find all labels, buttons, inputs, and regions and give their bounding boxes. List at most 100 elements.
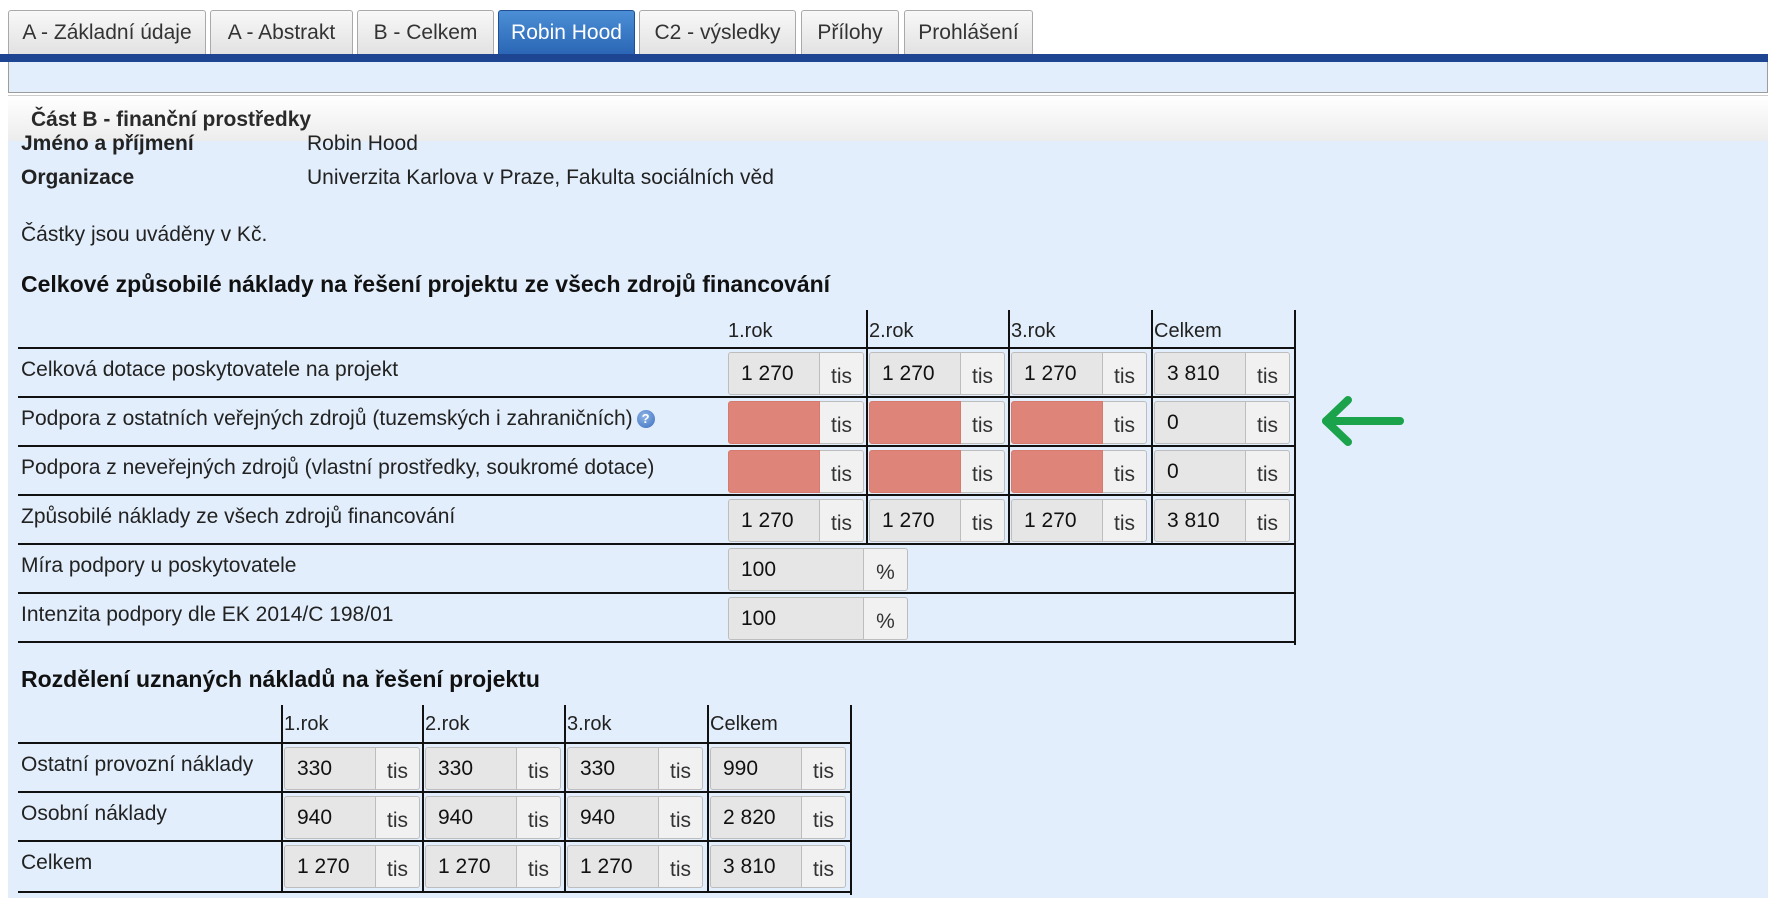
- help-icon[interactable]: ?: [636, 410, 655, 429]
- amount-input[interactable]: tis: [1011, 401, 1147, 444]
- amount-value[interactable]: [728, 450, 820, 493]
- amount-input[interactable]: tis: [869, 401, 1005, 444]
- amount-field: 330 tis: [567, 747, 703, 790]
- amount-field: 940 tis: [425, 796, 561, 839]
- tab-label: C2 - výsledky: [654, 20, 781, 44]
- amount-value: 330: [425, 747, 517, 790]
- split-table: 1.rok 2.rok 3.rok Celkem Ostatní provozn…: [18, 705, 852, 895]
- amount-value[interactable]: [1011, 450, 1103, 493]
- table-row: Osobní náklady 940 tis 940 tis 940 tis 2 82…: [18, 791, 852, 840]
- unit-label: tis: [376, 845, 420, 888]
- amount-value: 2 820: [710, 796, 802, 839]
- unit-label: tis: [517, 796, 561, 839]
- tab-prohlaseni[interactable]: Prohlášení: [904, 10, 1033, 54]
- unit-label: tis: [1246, 352, 1290, 395]
- row-label: Míra podpory u poskytovatele: [21, 554, 297, 577]
- tab-label: B - Celkem: [373, 20, 478, 44]
- amount-field: 1 270 tis: [728, 499, 864, 542]
- unit-label: tis: [1246, 450, 1290, 493]
- amount-input[interactable]: tis: [728, 401, 864, 444]
- organization-label: Organizace: [21, 166, 135, 189]
- percent-value: 100: [728, 548, 864, 591]
- amount-value: 990: [710, 747, 802, 790]
- amount-field: 1 270 tis: [728, 352, 864, 395]
- amount-value: 1 270: [1011, 352, 1103, 395]
- unit-label: tis: [961, 352, 1005, 395]
- unit-label: %: [864, 548, 908, 591]
- amount-value: 1 270: [869, 499, 961, 542]
- amount-value: 940: [567, 796, 659, 839]
- tab-abstrakt[interactable]: A - Abstrakt: [210, 10, 353, 54]
- tab-zakladni-udaje[interactable]: A - Základní údaje: [8, 10, 206, 54]
- amount-value: 3 810: [1154, 499, 1246, 542]
- amount-field: 330 tis: [284, 747, 420, 790]
- amount-input[interactable]: tis: [728, 450, 864, 493]
- column-header: Celkem: [710, 713, 778, 735]
- costs-table: 1.rok 2.rok 3.rok Celkem Celková dotace …: [18, 310, 1296, 645]
- currency-note: Částky jsou uváděny v Kč.: [21, 223, 268, 246]
- column-header: Celkem: [1154, 320, 1222, 342]
- amount-value: 1 270: [567, 845, 659, 888]
- unit-label: tis: [820, 352, 864, 395]
- amount-input[interactable]: tis: [1011, 450, 1147, 493]
- unit-label: tis: [961, 450, 1005, 493]
- amount-field: 0 tis: [1154, 401, 1290, 444]
- unit-label: tis: [961, 499, 1005, 542]
- amount-value: 1 270: [425, 845, 517, 888]
- amount-input[interactable]: tis: [869, 450, 1005, 493]
- unit-label: tis: [802, 796, 846, 839]
- column-header: 3.rok: [1011, 320, 1056, 342]
- unit-label: tis: [802, 845, 846, 888]
- amount-field: 1 270 tis: [284, 845, 420, 888]
- table-row: Míra podpory u poskytovatele 100%: [18, 543, 1296, 592]
- amount-value: 1 270: [869, 352, 961, 395]
- row-label-text: Podpora z ostatních veřejných zdrojů (tu…: [21, 407, 633, 430]
- tab-b-celkem[interactable]: B - Celkem: [357, 10, 494, 54]
- table-row: Podpora z ostatních veřejných zdrojů (tu…: [18, 396, 1296, 445]
- amount-value[interactable]: [1011, 401, 1103, 444]
- unit-label: tis: [802, 747, 846, 790]
- row-label: Celkem: [21, 851, 93, 874]
- column-header: 2.rok: [425, 713, 470, 735]
- table-row: Podpora z neveřejných zdrojů (vlastní pr…: [18, 445, 1296, 494]
- row-label: Podpora z neveřejných zdrojů (vlastní pr…: [21, 456, 655, 479]
- costs-table-heading: Celkové způsobilé náklady na řešení proj…: [21, 271, 831, 297]
- tab-prilohy[interactable]: Přílohy: [801, 10, 899, 54]
- unit-label: %: [864, 597, 908, 640]
- row-label: Osobní náklady: [21, 802, 167, 825]
- sub-toolbar: [8, 62, 1768, 93]
- amount-value: 330: [284, 747, 376, 790]
- unit-label: tis: [820, 450, 864, 493]
- amount-field: 1 270 tis: [567, 845, 703, 888]
- column-header: 2.rok: [869, 320, 914, 342]
- unit-label: tis: [517, 747, 561, 790]
- row-label: Způsobilé náklady ze všech zdrojů financ…: [21, 505, 456, 528]
- amount-value[interactable]: [728, 401, 820, 444]
- name-value: Robin Hood: [307, 132, 418, 155]
- table-row: Intenzita podpory dle EK 2014/C 198/01 1…: [18, 592, 1296, 643]
- unit-label: tis: [820, 499, 864, 542]
- unit-label: tis: [659, 845, 703, 888]
- unit-label: tis: [961, 401, 1005, 444]
- unit-label: tis: [820, 401, 864, 444]
- amount-value: 1 270: [728, 499, 820, 542]
- column-header: 1.rok: [284, 713, 329, 735]
- amount-field: 3 810 tis: [710, 845, 846, 888]
- organization-value: Univerzita Karlova v Praze, Fakulta soci…: [307, 166, 774, 189]
- tab-label: Přílohy: [817, 20, 883, 44]
- amount-value: 940: [425, 796, 517, 839]
- table-row: Způsobilé náklady ze všech zdrojů financ…: [18, 494, 1296, 543]
- unit-label: tis: [1103, 352, 1147, 395]
- tab-c2-vysledky[interactable]: C2 - výsledky: [639, 10, 796, 54]
- amount-value[interactable]: [869, 401, 961, 444]
- table-row: Celkem 1 270 tis 1 270 tis 1 270 tis 3 810 t…: [18, 840, 852, 893]
- amount-value[interactable]: [869, 450, 961, 493]
- tab-robin-hood[interactable]: Robin Hood: [498, 10, 635, 54]
- amount-field: 990 tis: [710, 747, 846, 790]
- amount-value: 3 810: [1154, 352, 1246, 395]
- row-label: Podpora z ostatních veřejných zdrojů (tu…: [21, 407, 655, 431]
- tab-label: A - Základní údaje: [22, 20, 192, 44]
- amount-field: 1 270 tis: [425, 845, 561, 888]
- name-label: Jméno a příjmení: [21, 132, 194, 155]
- unit-label: tis: [1103, 499, 1147, 542]
